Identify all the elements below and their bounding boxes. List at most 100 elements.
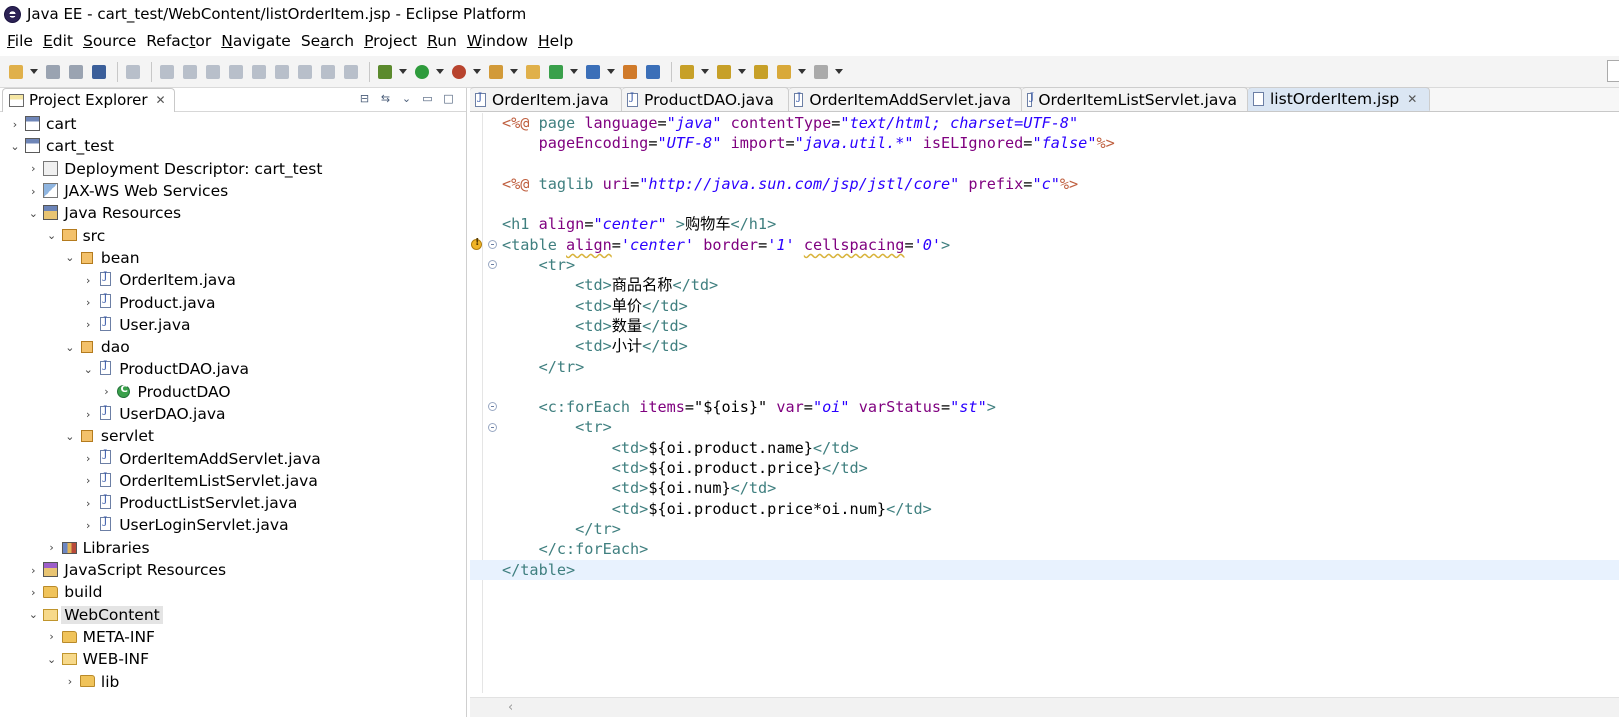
code-line[interactable]: <td>单价</td> (502, 296, 1619, 316)
code-line[interactable]: <td>商品名称</td> (502, 275, 1619, 295)
maximize-icon[interactable]: □ (441, 91, 456, 106)
suspend-button[interactable] (180, 62, 200, 82)
code-line[interactable] (502, 154, 1619, 174)
code-line[interactable]: <c:forEach items="${ois}" var="oi" varSt… (502, 397, 1619, 417)
tree-item[interactable]: › lib (0, 670, 466, 692)
chevron-down-icon[interactable] (435, 62, 445, 82)
tree-item[interactable]: › ProductListServlet.java (0, 492, 466, 514)
chevron-down-icon[interactable]: ⌄ (47, 653, 57, 666)
menu-navigate[interactable]: Navigate (218, 32, 298, 50)
tree-item[interactable]: ⌄ Java Resources (0, 202, 466, 224)
new-java-project-button[interactable] (486, 62, 506, 82)
fold-collapse-icon[interactable] (488, 260, 497, 270)
editor-tab[interactable]: listOrderItem.jsp ✕ (1248, 87, 1430, 111)
chevron-right-icon[interactable]: › (83, 519, 93, 532)
use-step-filters-button[interactable] (318, 62, 338, 82)
menu-search[interactable]: Search (298, 32, 361, 50)
chevron-down-icon[interactable] (509, 62, 519, 82)
fold-collapse-icon[interactable] (488, 239, 497, 249)
menu-help[interactable]: Help (535, 32, 580, 50)
last-edit-location-button[interactable] (751, 62, 771, 82)
prev-annotation-button[interactable] (714, 62, 734, 82)
tree-item[interactable]: › OrderItem.java (0, 269, 466, 291)
chevron-right-icon[interactable]: › (65, 675, 75, 688)
tree-item[interactable]: › Libraries (0, 537, 466, 559)
code-line[interactable]: <table align='center' border='1' cellspa… (502, 235, 1619, 255)
menu-file[interactable]: File (4, 32, 40, 50)
code-line[interactable]: <tr> (502, 417, 1619, 437)
minimize-icon[interactable]: ▭ (420, 91, 435, 106)
chevron-down-icon[interactable]: ⌄ (65, 341, 75, 354)
tree-item[interactable]: › Product.java (0, 291, 466, 313)
tree-item[interactable]: › ProductDAO (0, 381, 466, 403)
chevron-down-icon[interactable]: ⌄ (83, 363, 93, 376)
tree-item[interactable]: › Deployment Descriptor: cart_test (0, 158, 466, 180)
toggle-mark-occurrences-button[interactable] (341, 62, 361, 82)
tree-item[interactable]: ⌄ src (0, 224, 466, 246)
new-button[interactable] (6, 62, 26, 82)
warning-icon[interactable] (471, 237, 482, 250)
fold-collapse-icon[interactable] (488, 422, 497, 432)
new-package-button[interactable] (523, 62, 543, 82)
open-console-button[interactable] (89, 62, 109, 82)
editor-tab[interactable]: OrderItem.java (470, 87, 622, 111)
next-annotation-button[interactable] (677, 62, 697, 82)
step-return-button[interactable] (295, 62, 315, 82)
collapse-all-icon[interactable]: ⊟ (357, 91, 372, 106)
code-line[interactable]: <td>${oi.num}</td> (502, 478, 1619, 498)
code-line[interactable] (502, 194, 1619, 214)
search-button[interactable] (620, 62, 640, 82)
tree-item[interactable]: ⌄ dao (0, 336, 466, 358)
tree-item[interactable]: ⌄ cart_test (0, 135, 466, 157)
code-line[interactable]: <td>${oi.product.price*oi.num}</td> (502, 499, 1619, 519)
chevron-right-icon[interactable]: › (83, 474, 93, 487)
chevron-right-icon[interactable]: › (83, 452, 93, 465)
chevron-right-icon[interactable]: › (83, 318, 93, 331)
close-icon[interactable]: ✕ (156, 93, 166, 107)
chevron-down-icon[interactable] (834, 62, 844, 82)
chevron-right-icon[interactable]: › (83, 408, 93, 421)
code-line[interactable]: <%@ page language="java" contentType="te… (502, 113, 1619, 133)
chevron-right-icon[interactable]: › (83, 274, 93, 287)
tree-item[interactable]: › OrderItemAddServlet.java (0, 447, 466, 469)
tree-item[interactable]: › JAX-WS Web Services (0, 180, 466, 202)
step-into-button[interactable] (249, 62, 269, 82)
code-line[interactable] (502, 377, 1619, 397)
tree-item[interactable]: › UserDAO.java (0, 403, 466, 425)
tree-item[interactable]: ⌄ servlet (0, 425, 466, 447)
editor-tab[interactable]: ProductDAO.java (622, 87, 789, 111)
open-type-button[interactable] (583, 62, 603, 82)
skip-breakpoints-button[interactable] (123, 62, 143, 82)
save-button[interactable] (43, 62, 63, 82)
code-editor[interactable]: <%@ page language="java" contentType="te… (470, 113, 1619, 717)
editor-tab[interactable]: OrderItemListServlet.java (1022, 87, 1248, 111)
code-line[interactable]: <h1 align="center" >购物车</h1> (502, 214, 1619, 234)
tree-item[interactable]: ⌄ WebContent (0, 604, 466, 626)
save-all-button[interactable] (66, 62, 86, 82)
code-line[interactable]: <td>小计</td> (502, 336, 1619, 356)
menu-refactor[interactable]: Refactor (143, 32, 218, 50)
forward-button[interactable] (811, 62, 831, 82)
run-button[interactable] (412, 62, 432, 82)
debug-button[interactable] (375, 62, 395, 82)
chevron-right-icon[interactable]: › (83, 296, 93, 309)
chevron-right-icon[interactable]: › (28, 185, 38, 198)
chevron-right-icon[interactable]: › (28, 586, 38, 599)
quick-access-field[interactable] (1607, 60, 1619, 82)
tree-item[interactable]: ⌄ bean (0, 247, 466, 269)
tree-item[interactable]: › build (0, 581, 466, 603)
fold-collapse-icon[interactable] (488, 402, 497, 412)
chevron-right-icon[interactable]: › (28, 564, 38, 577)
code-line[interactable]: <%@ taglib uri="http://java.sun.com/jsp/… (502, 174, 1619, 194)
back-button[interactable] (774, 62, 794, 82)
scroll-left-icon[interactable]: ‹ (508, 700, 513, 715)
chevron-down-icon[interactable] (398, 62, 408, 82)
chevron-right-icon[interactable]: › (10, 118, 20, 131)
disconnect-button[interactable] (226, 62, 246, 82)
view-menu-chevron-down-icon[interactable]: ⌄ (399, 91, 414, 106)
code-line[interactable]: </tr> (502, 357, 1619, 377)
chevron-down-icon[interactable]: ⌄ (28, 207, 38, 220)
chevron-right-icon[interactable]: › (102, 385, 112, 398)
new-class-button[interactable] (546, 62, 566, 82)
chevron-down-icon[interactable]: ⌄ (65, 430, 75, 443)
